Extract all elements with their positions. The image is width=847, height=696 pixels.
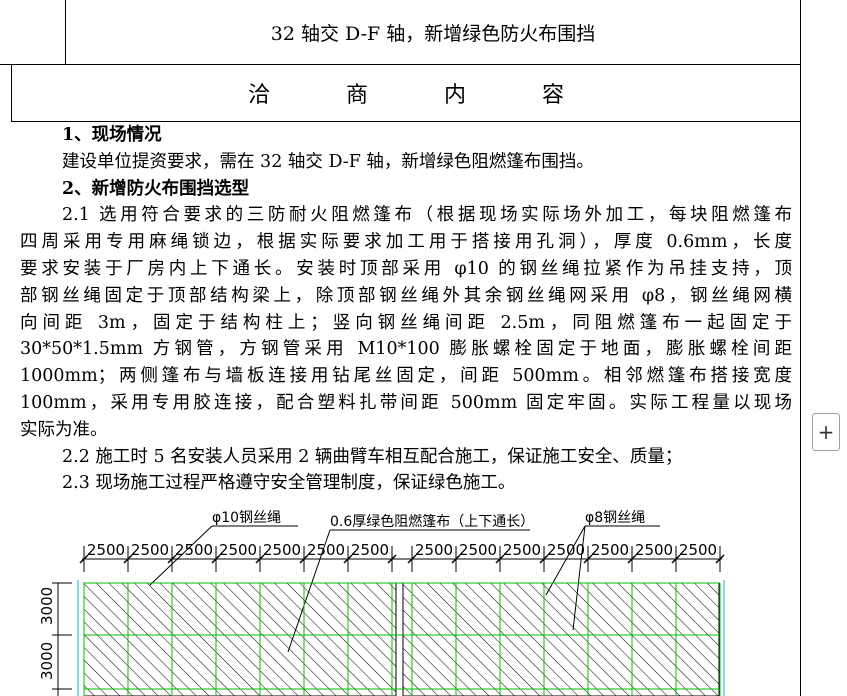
label-cloth: 0.6厚绿色阻燃篷布（上下通长） (330, 513, 534, 530)
h-dim-label: 2500 (307, 541, 345, 559)
section-heading: 洽 商 内 容 (12, 66, 800, 120)
h-dim-label: 2500 (547, 541, 585, 559)
h-dim-label: 2500 (263, 541, 301, 559)
h-dim-label: 2500 (175, 541, 213, 559)
v-dim-label-1: 3000 (38, 587, 56, 625)
paragraph-2-1: 2.1 选用符合要求的三防耐火阻燃篷布（根据现场实际场外加工，每块阻燃篷布 四周… (20, 202, 792, 443)
h-dim-label: 2500 (635, 541, 673, 559)
label-phi8-wire: φ8钢丝绳 (585, 510, 645, 526)
cloth-panel-right (402, 582, 720, 696)
p21-line-4: 部钢丝绳固定于顶部结构梁上，除顶部钢丝绳外其余钢丝绳网采用 φ8，钢丝绳网横 (20, 285, 792, 306)
elevation-drawing: φ10钢丝绳 0.6厚绿色阻燃篷布（上下通长） φ8钢丝绳 2500 2500 25… (38, 510, 725, 696)
p21-line-9: 实际为准。 (20, 419, 108, 440)
section-1-text: 建设单位提资要求，需在 32 轴交 D-F 轴，新增绿色阻燃篷布围挡。 (62, 151, 594, 172)
label-phi10-wire: φ10钢丝绳 (212, 510, 281, 526)
p21-line-7: 1000mm；两侧篷布与墙板连接用钻尾丝固定，间距 500mm。相邻燃篷布搭接宽… (20, 366, 792, 387)
cloth-panel-left (83, 582, 397, 696)
p21-line-8: 100mm，采用专用胶连接，配合塑料扎带间距 500mm 固定牢固。实际工程量以… (20, 392, 792, 413)
paragraph-2-3: 2.3 现场施工过程严格遵守安全管理制度，保证绿色施工。 (62, 473, 516, 494)
p21-line-1: 2.1 选用符合要求的三防耐火阻燃篷布（根据现场实际场外加工，每块阻燃篷布 (62, 205, 792, 226)
table-rule-1 (0, 64, 801, 65)
p21-line-5: 向间距 3m，固定于结构柱上；竖向钢丝绳间距 2.5m，同阻燃篷布一起固定于 (20, 312, 792, 333)
h-dim-label: 2500 (679, 541, 717, 559)
heading-char-2: 商 (345, 83, 368, 108)
add-button[interactable]: + (812, 413, 840, 451)
p21-line-6: 30*50*1.5mm 方钢管，方钢管采用 M10*100 膨胀螺栓固定于地面，… (20, 339, 792, 360)
document-page: 32 轴交 D-F 轴，新增绿色防火布围挡 洽 商 内 容 1、现场情况 建设单… (0, 0, 847, 696)
h-dim-label: 2500 (503, 541, 541, 559)
h-dim-label: 2500 (219, 541, 257, 559)
paragraph-2-2: 2.2 施工时 5 名安装人员采用 2 辆曲臂车相互配合施工，保证施工安全、质量… (62, 446, 683, 467)
section-1-title: 1、现场情况 (62, 125, 162, 145)
h-dim-label: 2500 (131, 541, 169, 559)
h-dim-label: 2500 (459, 541, 497, 559)
table-border-right (800, 0, 801, 696)
h-dim-label: 2500 (87, 541, 125, 559)
heading-char-4: 容 (542, 83, 565, 108)
heading-char-3: 内 (444, 83, 467, 108)
content-body: 1、现场情况 建设单位提资要求，需在 32 轴交 D-F 轴，新增绿色阻燃篷布围… (20, 122, 792, 497)
title-text: 32 轴交 D-F 轴，新增绿色防火布围挡 (270, 22, 596, 45)
section-2-title: 2、新增防火布围挡选型 (62, 178, 250, 199)
horizontal-dimensions: 2500 2500 2500 2500 2500 2500 2500 2500 2500 2500… (79, 541, 725, 572)
heading-char-1: 洽 (247, 83, 270, 108)
h-dim-label: 2500 (591, 541, 629, 559)
p21-line-2: 四周采用专用麻绳锁边，根据实际要求加工用于搭接用孔洞），厚度 0.6mm，长度 (20, 232, 792, 253)
plus-icon: + (817, 420, 835, 444)
h-dim-label: 2500 (351, 541, 389, 559)
h-dim-label: 2500 (415, 541, 453, 559)
v-dim-label-2: 3000 (38, 642, 56, 680)
document-title: 32 轴交 D-F 轴，新增绿色防火布围挡 (66, 0, 800, 64)
p21-line-3: 要求安装于厂房内上下通长。安装时顶部采用 φ10 的钢丝绳拉紧作为吊挂支持，顶 (20, 258, 792, 279)
